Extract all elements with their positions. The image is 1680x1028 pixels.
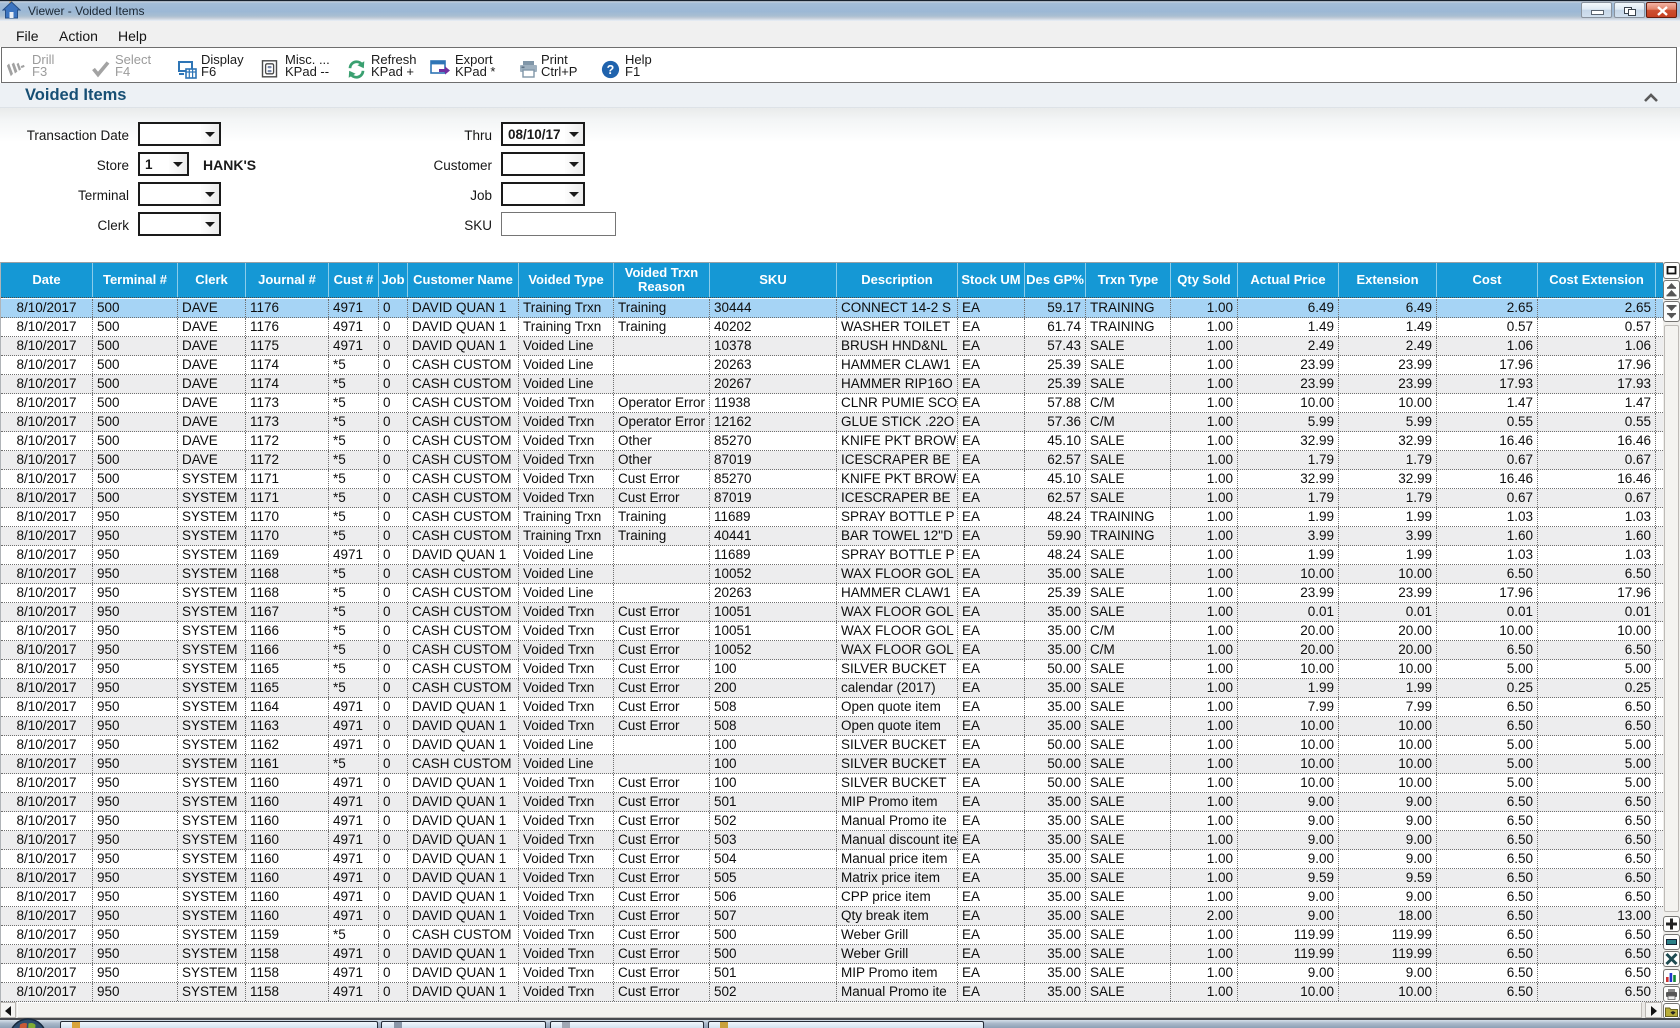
svg-text:?: ? [607,63,615,77]
